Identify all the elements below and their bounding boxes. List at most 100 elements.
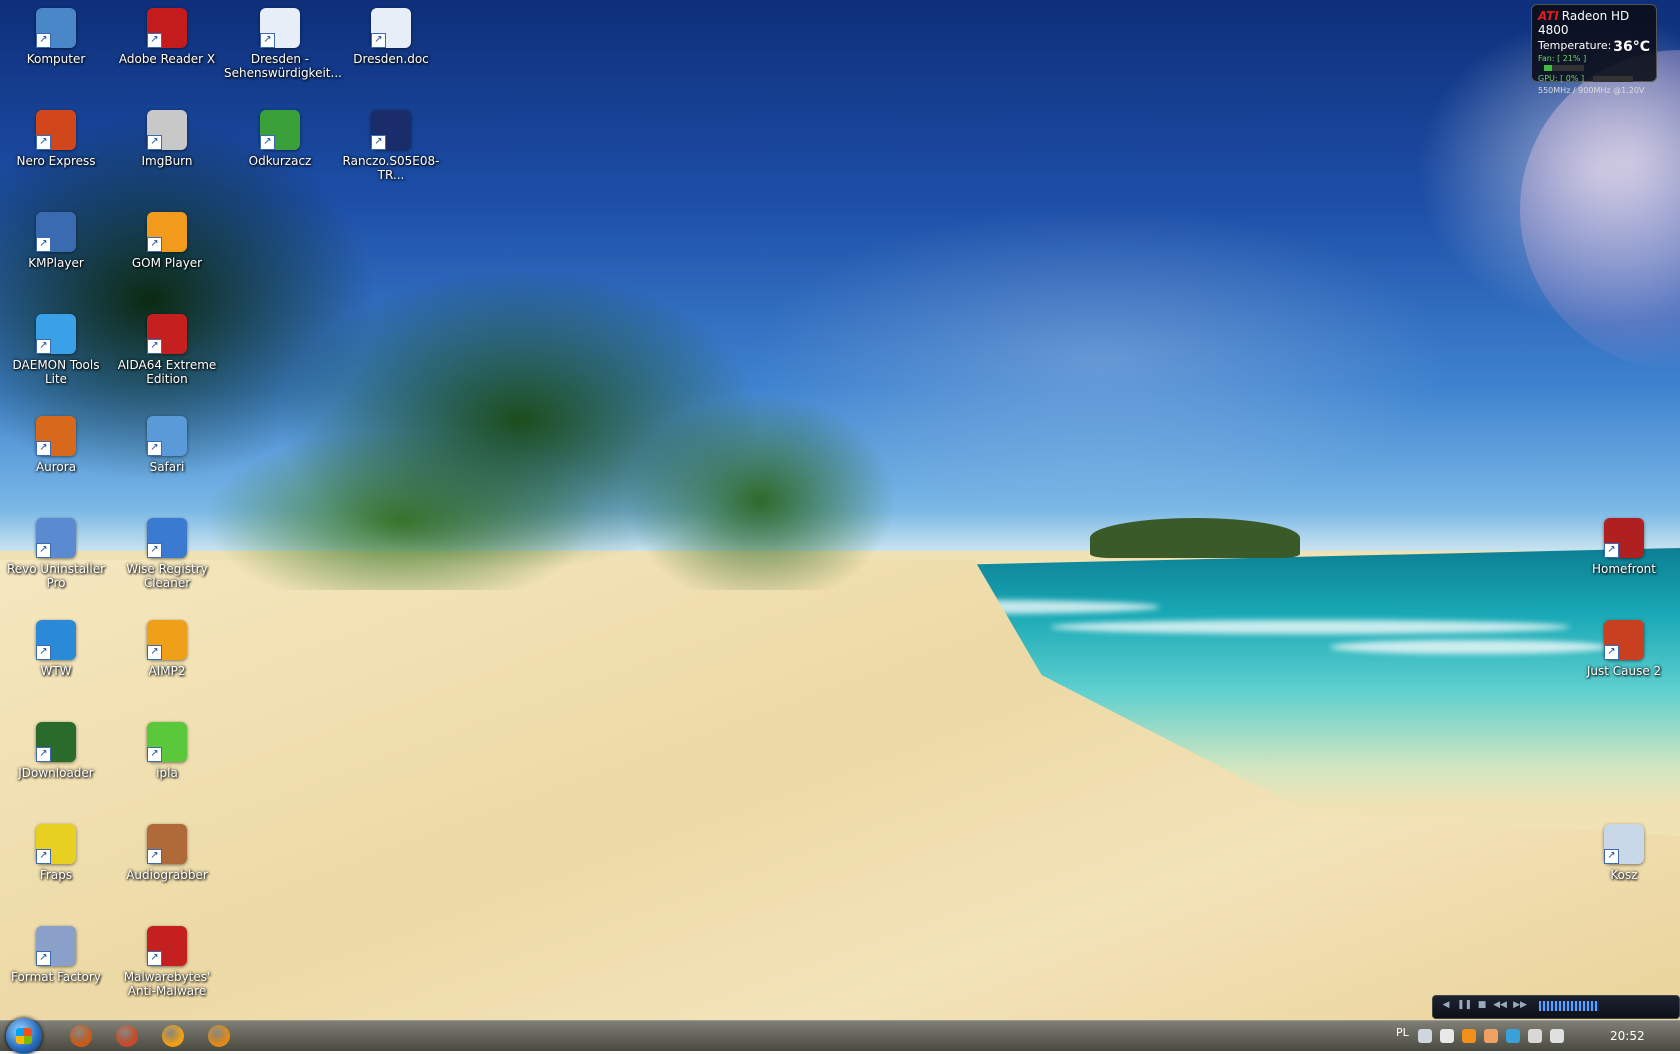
recycle-bin-icon: ↗ [1604,824,1644,864]
just-cause-2-icon: ↗ [1604,620,1644,660]
desktop-icon-revo-uninstaller-pro[interactable]: ↗ Revo Uninstaller Pro [0,512,112,590]
aimp-tray-icon[interactable] [1462,1029,1476,1043]
taskbar: PL 20:52 [0,1018,1680,1054]
keyboard-tray-icon[interactable] [1418,1029,1432,1043]
homefront-game-icon: ↗ [1604,518,1644,558]
aurora-taskbar-icon[interactable] [70,1025,92,1047]
volume-tray-icon[interactable] [1484,1029,1498,1043]
stop-icon[interactable]: ■ [1475,1000,1489,1012]
desktop-icon-label: AIDA64 Extreme Edition [117,358,217,386]
desktop-icon-wise-registry-cleaner[interactable]: ↗ Wise Registry Cleaner [111,512,223,590]
desktop-icon-aurora[interactable]: ↗ Aurora [0,410,112,474]
safari-compass-icon: ↗ [147,416,187,456]
wallpaper-planet [1520,50,1680,370]
nero-icon: ↗ [36,110,76,150]
format-factory-icon: ↗ [36,926,76,966]
system-clock[interactable]: 20:52 [1610,1029,1645,1043]
desktop-icon-homefront[interactable]: ↗ Homefront [1568,512,1680,576]
kmplayer-icon: ↗ [36,212,76,252]
word-document-icon: ↗ [260,8,300,48]
shortcut-arrow-icon: ↗ [147,135,162,150]
desktop-icon-dresden-doc[interactable]: ↗ Dresden.doc [335,2,447,66]
gpu-load-bar [1592,75,1633,82]
shortcut-arrow-icon: ↗ [371,33,386,48]
desktop-icon-label: Nero Express [16,154,96,168]
desktop-icon-kmplayer[interactable]: ↗ KMPlayer [0,206,112,270]
desktop-icon-dresden-sehensw-rdigkeit[interactable]: ↗ Dresden - Sehenswürdigkeit... [224,2,342,80]
desktop-icon-label: KMPlayer [28,256,84,270]
wallpaper-wave [1050,620,1570,634]
desktop-icon-label: Safari [149,460,185,474]
prev-track-icon[interactable]: ◀ [1439,1000,1453,1012]
shortcut-arrow-icon: ↗ [371,135,386,150]
audiograbber-icon: ↗ [147,824,187,864]
windows-logo-icon [16,1028,32,1044]
shortcut-arrow-icon: ↗ [147,441,162,456]
shortcut-arrow-icon: ↗ [36,135,51,150]
gpu-load-label: GPU: [ 0% ] [1538,74,1585,83]
desktop-icon-label: Malwarebytes' Anti-Malware [123,970,211,998]
desktop-icon-safari[interactable]: ↗ Safari [111,410,223,474]
power-tray-icon[interactable] [1528,1029,1542,1043]
next-track-icon[interactable]: ▶▶ [1513,1000,1527,1012]
language-indicator[interactable]: PL [1396,1026,1409,1039]
desktop-icon-label: Format Factory [11,970,101,984]
desktop-icon-jdownloader[interactable]: ↗ JDownloader [0,716,112,780]
desktop-icon-aimp2[interactable]: ↗ AIMP2 [111,614,223,678]
aimp-mini-player[interactable]: ◀ ❚❚ ■ ◀◀ ▶▶ [1432,995,1680,1019]
shortcut-arrow-icon: ↗ [260,135,275,150]
desktop-icon-nero-express[interactable]: ↗ Nero Express [0,104,112,168]
vacuum-cleaner-icon: ↗ [260,110,300,150]
desktop-icon-wtw[interactable]: ↗ WTW [0,614,112,678]
speaker-tray-icon[interactable] [1550,1029,1564,1043]
desktop-icon-label: Komputer [26,52,86,66]
aimp-taskbar-icon[interactable] [162,1025,184,1047]
desktop-icon-format-factory[interactable]: ↗ Format Factory [0,920,112,984]
ipla-icon: ↗ [147,722,187,762]
desktop-wallpaper: ↗ Komputer ↗ Adobe Reader X ↗ Dresden - Sehen… [0,0,1680,1020]
desktop-icon-label: Ranczo.S05E08-TR... [342,154,440,182]
desktop-icon-fraps[interactable]: ↗ Fraps [0,818,112,882]
desktop-icon-ipla[interactable]: ↗ ipla [111,716,223,780]
desktop-icon-label: Wise Registry Cleaner [126,562,208,590]
aida64-icon: ↗ [147,314,187,354]
pause-icon[interactable]: ❚❚ [1457,1000,1472,1012]
shortcut-arrow-icon: ↗ [147,339,162,354]
desktop-icon-label: Kosz [1610,868,1638,882]
desktop-icon-imgburn[interactable]: ↗ ImgBurn [111,104,223,168]
network-monitor-tray-icon[interactable] [1506,1029,1520,1043]
desktop-icon-adobe-reader-x[interactable]: ↗ Adobe Reader X [111,2,223,66]
shortcut-arrow-icon: ↗ [147,747,162,762]
ati-gpu-gadget[interactable]: ATI Radeon HD 4800 Temperature: 36°C Fan:… [1531,4,1657,95]
audio-taskbar-icon[interactable] [208,1025,230,1047]
desktop-icon-odkurzacz[interactable]: ↗ Odkurzacz [224,104,336,168]
show-hidden-icons-arrow[interactable] [1440,1029,1454,1043]
nero-taskbar-icon[interactable] [116,1025,138,1047]
rewind-icon[interactable]: ◀◀ [1493,1000,1507,1012]
wise-registry-icon: ↗ [147,518,187,558]
video-file-icon: ↗ [371,110,411,150]
aimp-icon: ↗ [147,620,187,660]
desktop-icon-just-cause-2[interactable]: ↗ Just Cause 2 [1568,614,1680,678]
desktop-icon-gom-player[interactable]: ↗ GOM Player [111,206,223,270]
desktop-icon-label: Adobe Reader X [118,52,216,66]
fan-speed-bar [1544,64,1584,71]
shortcut-arrow-icon: ↗ [147,951,162,966]
wallpaper-jungle [0,0,900,590]
desktop-icon-komputer[interactable]: ↗ Komputer [0,2,112,66]
desktop-icon-audiograbber[interactable]: ↗ Audiograbber [111,818,223,882]
desktop-icon-daemon-tools-lite[interactable]: ↗ DAEMON Tools Lite [0,308,112,386]
start-button[interactable] [6,1018,42,1054]
aurora-browser-icon: ↗ [36,416,76,456]
desktop-icon-ranczo-s05e08-tr[interactable]: ↗ Ranczo.S05E08-TR... [335,104,447,182]
fan-speed-bar-fill [1544,64,1553,71]
gom-player-icon: ↗ [147,212,187,252]
jdownloader-icon: ↗ [36,722,76,762]
desktop-icon-malwarebytes-anti-malware[interactable]: ↗ Malwarebytes' Anti-Malware [111,920,223,998]
malwarebytes-icon: ↗ [147,926,187,966]
desktop-icon-label: GOM Player [131,256,203,270]
desktop-icon-label: AIMP2 [148,664,186,678]
desktop-icon-aida64-extreme-edition[interactable]: ↗ AIDA64 Extreme Edition [111,308,223,386]
desktop-icon-kosz[interactable]: ↗ Kosz [1568,818,1680,882]
shortcut-arrow-icon: ↗ [260,33,275,48]
